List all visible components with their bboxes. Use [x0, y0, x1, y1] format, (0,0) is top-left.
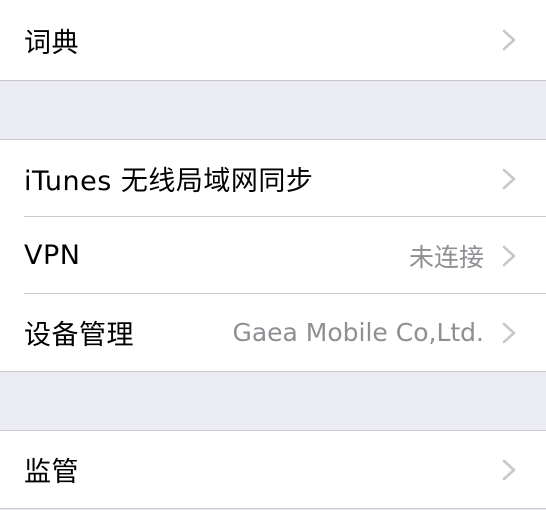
- section-gap: [0, 81, 546, 139]
- vpn-status: 未连接: [408, 242, 484, 272]
- settings-row-vpn[interactable]: VPN 未连接: [0, 217, 546, 294]
- settings-row-supervision[interactable]: 监管: [0, 431, 546, 508]
- settings-row-itunes-wifi-sync[interactable]: iTunes 无线局域网同步: [0, 140, 546, 217]
- row-label: 监管: [24, 457, 79, 488]
- settings-row-device-management[interactable]: 设备管理 Gaea Mobile Co,Ltd.: [0, 294, 546, 371]
- device-management-profile: Gaea Mobile Co,Ltd.: [232, 318, 484, 347]
- group-divider: [0, 508, 546, 509]
- settings-screen: 词典 iTunes 无线局域网同步 VPN 未连接 设备管理 Gaea Mobi…: [0, 0, 546, 510]
- chevron-right-icon: [498, 322, 520, 344]
- section-gap: [0, 372, 546, 430]
- row-label: 设备管理: [24, 320, 134, 351]
- chevron-right-icon: [498, 245, 520, 267]
- row-label: 词典: [24, 27, 79, 59]
- row-label: iTunes 无线局域网同步: [24, 166, 314, 197]
- chevron-right-icon: [498, 168, 520, 190]
- chevron-right-icon: [498, 459, 520, 481]
- chevron-right-icon: [498, 29, 520, 51]
- row-label: VPN: [24, 240, 81, 271]
- settings-row-dictionary[interactable]: 词典: [0, 0, 546, 80]
